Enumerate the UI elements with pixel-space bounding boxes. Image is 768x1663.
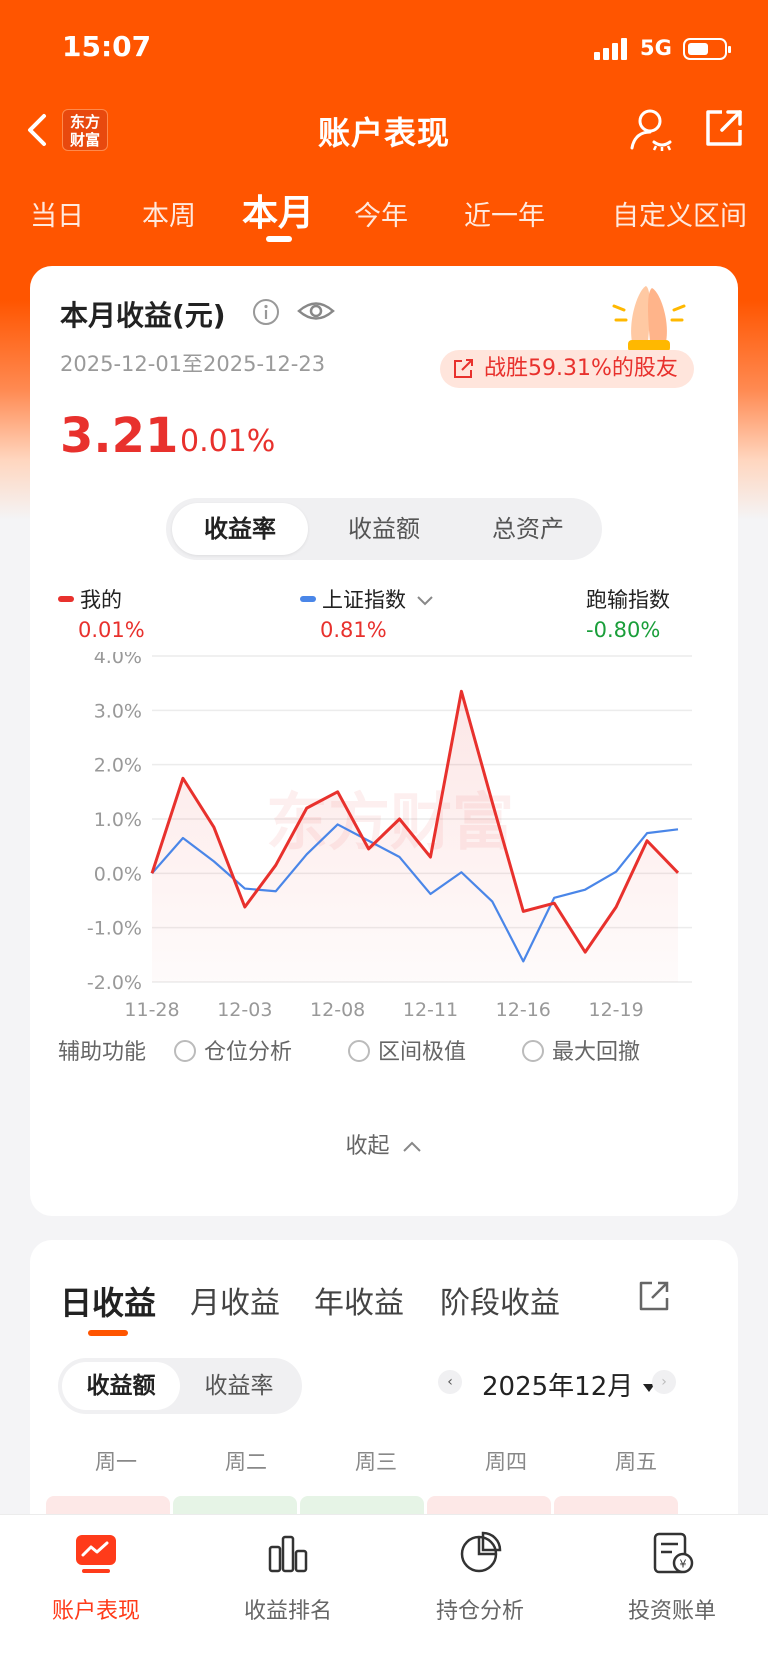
tab-today[interactable]: 当日 — [30, 194, 84, 233]
x-tick-label: 12-03 — [217, 999, 272, 1021]
aux-range-extreme[interactable]: 区间极值 — [348, 1034, 466, 1066]
x-tick-label: 11-28 — [124, 999, 179, 1021]
return-amount: 3.21 — [60, 408, 179, 464]
return-percent: 0.01% — [180, 424, 276, 459]
tabbar-holdings-analysis[interactable]: 持仓分析 — [384, 1515, 576, 1635]
seg-rate[interactable]: 收益率 — [180, 1362, 298, 1410]
bill-icon: ¥ — [653, 1532, 694, 1574]
tab-monthly-return[interactable]: 月收益 — [190, 1278, 280, 1322]
tabbar-investment-bill[interactable]: ¥ 投资账单 — [576, 1515, 768, 1635]
return-line-chart: 4.0%3.0%2.0%1.0%0.0%-1.0%-2.0%东方财富11-28 1… — [87, 652, 692, 1021]
x-tick-label: 12-19 — [589, 999, 644, 1021]
legend-lose-value: -0.80% — [586, 618, 661, 642]
battery-icon — [683, 38, 731, 60]
seg-return-rate[interactable]: 收益率 — [172, 503, 308, 555]
y-tick-label: 1.0% — [94, 809, 142, 831]
signal-icon — [594, 38, 627, 60]
radio-icon — [174, 1040, 196, 1062]
weekday-mon: 周一 — [95, 1450, 137, 1474]
active-tab-indicator — [266, 236, 292, 242]
y-tick-label: -1.0% — [87, 918, 142, 940]
tab-year[interactable]: 今年 — [354, 194, 408, 233]
monthly-return-card: 本月收益(元) 2025-12-01至2025-12-23 战胜59.31%的股… — [30, 266, 738, 1216]
svg-text:¥: ¥ — [680, 1558, 687, 1571]
weekday-wed: 周三 — [355, 1450, 397, 1474]
aux-max-drawdown[interactable]: 最大回撤 — [522, 1034, 640, 1066]
seg-return-amount[interactable]: 收益额 — [316, 503, 452, 555]
seg-total-assets[interactable]: 总资产 — [460, 503, 596, 555]
date-range: 2025-12-01至2025-12-23 — [60, 352, 326, 376]
next-month-button[interactable]: › — [652, 1370, 676, 1394]
return-title: 本月收益(元) — [60, 299, 226, 332]
pie-chart-icon — [460, 1531, 502, 1573]
legend-mine-value: 0.01% — [78, 618, 145, 642]
legend-index-value: 0.81% — [320, 618, 387, 642]
aux-label: 辅助功能 — [58, 1040, 147, 1065]
x-tick-label: 12-16 — [496, 999, 551, 1021]
status-time: 15:07 — [62, 30, 152, 63]
tabbar-account-performance[interactable]: 账户表现 — [0, 1515, 192, 1635]
performance-chart-icon — [76, 1535, 116, 1573]
clapping-hands-icon — [612, 286, 686, 352]
legend-mine: 我的 — [58, 584, 122, 614]
user-privacy-icon[interactable] — [628, 106, 674, 152]
tab-last-year[interactable]: 近一年 — [464, 194, 545, 233]
tab-month[interactable]: 本月 — [242, 184, 314, 236]
seg-amount[interactable]: 收益额 — [62, 1362, 180, 1410]
collapse-button[interactable]: 收起 — [30, 1128, 738, 1160]
tabbar-return-ranking[interactable]: 收益排名 — [192, 1515, 384, 1635]
nav-header: 东方 财富 账户表现 — [0, 96, 768, 166]
radio-icon — [348, 1040, 370, 1062]
network-type: 5G — [640, 36, 672, 60]
tab-daily-return[interactable]: 日收益 — [60, 1278, 156, 1324]
y-tick-label: 0.0% — [94, 863, 142, 885]
weekday-fri: 周五 — [615, 1450, 657, 1474]
eye-icon[interactable] — [296, 296, 336, 326]
tab-stage-return[interactable]: 阶段收益 — [440, 1278, 560, 1322]
y-tick-label: 2.0% — [94, 755, 142, 777]
bar-chart-icon — [268, 1535, 308, 1573]
calendar-mode-switch: 收益额 收益率 — [58, 1358, 302, 1414]
share-small-icon — [454, 359, 473, 378]
legend-index[interactable]: 上证指数 — [300, 584, 435, 614]
beat-friends-badge[interactable]: 战胜59.31%的股友 — [440, 350, 694, 388]
chart-mode-switch: 收益率 收益额 总资产 — [166, 498, 602, 560]
tab-week[interactable]: 本周 — [142, 194, 196, 233]
y-tick-label: 4.0% — [94, 652, 142, 668]
weekday-tue: 周二 — [225, 1450, 267, 1474]
prev-month-button[interactable]: ‹ — [438, 1370, 462, 1394]
x-tick-label: 12-11 — [403, 999, 458, 1021]
x-tick-label: 12-08 — [310, 999, 365, 1021]
chevron-up-icon — [402, 1141, 421, 1152]
info-icon[interactable] — [252, 298, 280, 326]
chevron-down-icon — [416, 596, 433, 606]
period-tabs: 当日 本周 本月 今年 近一年 自定义区间 — [0, 180, 768, 246]
radio-icon — [522, 1040, 544, 1062]
y-tick-label: 3.0% — [94, 700, 142, 722]
month-selector[interactable]: 2025年12月 — [482, 1366, 656, 1403]
aux-position-analysis[interactable]: 仓位分析 — [174, 1034, 292, 1066]
share-icon[interactable] — [702, 106, 746, 150]
weekday-thu: 周四 — [485, 1450, 527, 1474]
y-tick-label: -2.0% — [87, 972, 142, 994]
tab-custom-range[interactable]: 自定义区间 — [612, 194, 747, 233]
active-tab-indicator — [88, 1330, 128, 1336]
status-bar: 15:07 5G — [0, 0, 768, 96]
share-icon[interactable] — [636, 1278, 672, 1314]
bottom-tab-bar: 账户表现 收益排名 持仓分析 ¥ 投资账单 — [0, 1514, 768, 1663]
legend-lose-index: 跑输指数 — [586, 588, 670, 612]
tab-yearly-return[interactable]: 年收益 — [314, 1278, 404, 1322]
